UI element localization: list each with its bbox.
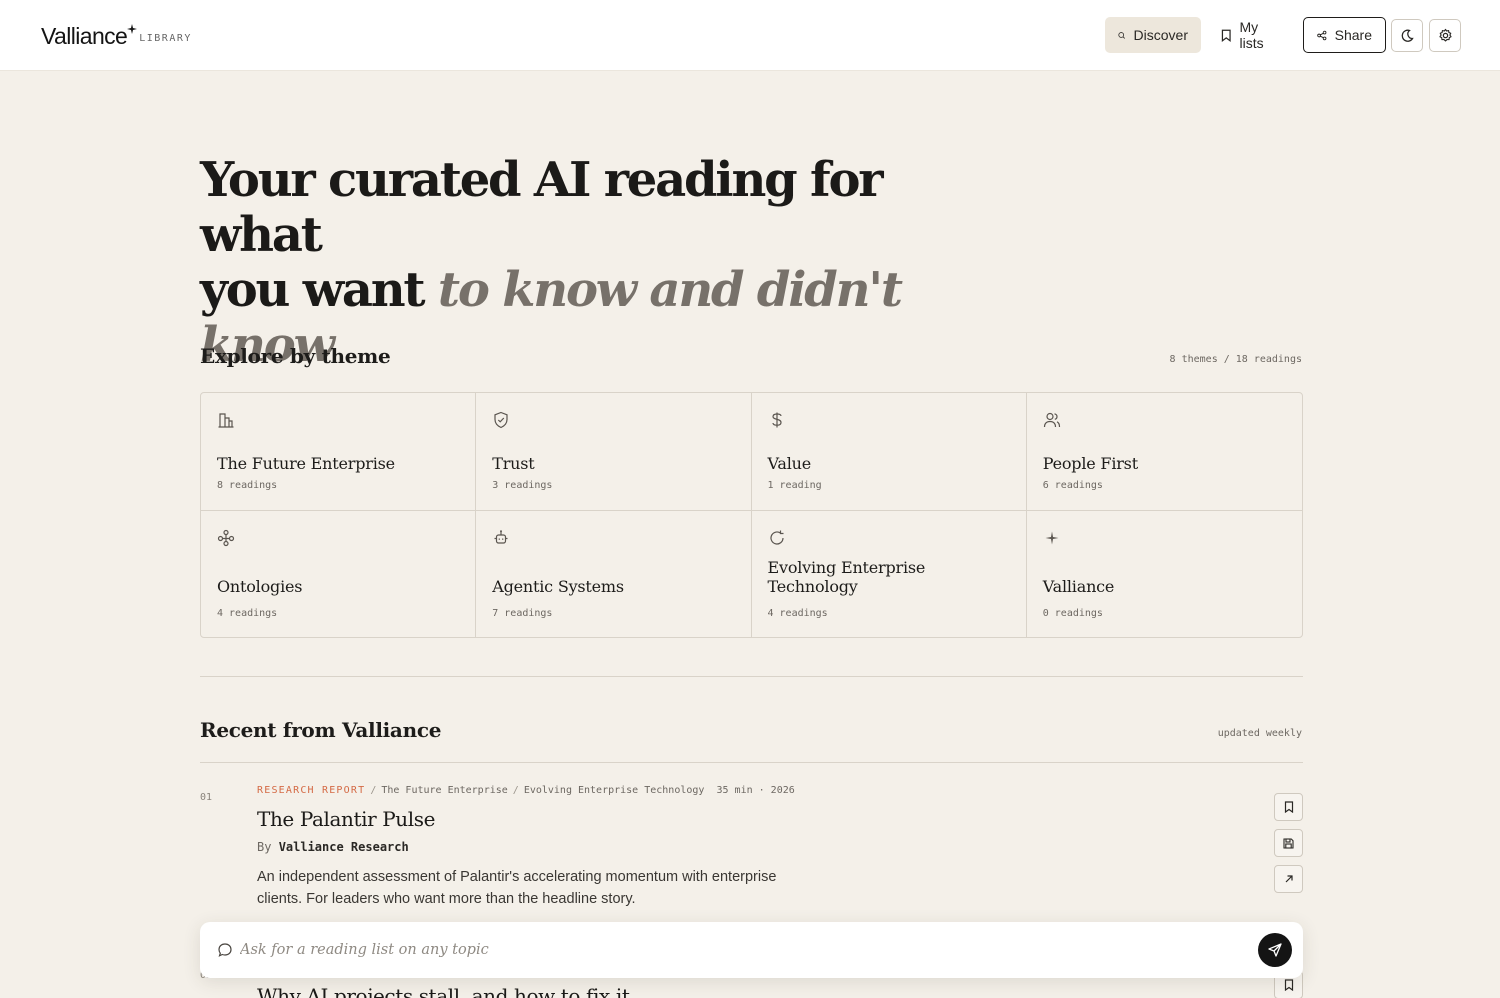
item-description: An independent assessment of Palantir's … bbox=[257, 869, 777, 907]
hero-line-1: Your curated AI reading for what bbox=[200, 152, 884, 263]
send-icon bbox=[1268, 943, 1282, 957]
item-byline: By Valliance Research bbox=[257, 840, 409, 854]
logo-sparkle-icon bbox=[127, 24, 137, 34]
themes-meta: 8 themes / 18 readings bbox=[1169, 354, 1302, 365]
logo-tag: LIBRARY bbox=[139, 33, 192, 44]
theme-count: 4 readings bbox=[217, 608, 278, 619]
item-duration: 35 min · 2026 bbox=[716, 785, 795, 796]
save-icon bbox=[1283, 837, 1294, 849]
ask-input[interactable] bbox=[240, 922, 1220, 978]
item-title[interactable]: The Palantir Pulse bbox=[257, 807, 435, 831]
recent-heading: Recent from Valliance bbox=[200, 718, 442, 742]
building-icon bbox=[218, 413, 234, 428]
theme-card-people-first[interactable]: People First 6 readings bbox=[1026, 393, 1302, 511]
sparkle-icon bbox=[1045, 531, 1059, 545]
logo-wordmark: Valliance bbox=[41, 23, 128, 49]
shield-icon bbox=[494, 411, 508, 429]
theme-count: 7 readings bbox=[492, 608, 553, 619]
gear-icon bbox=[1438, 28, 1452, 42]
theme-toggle-button[interactable] bbox=[1391, 19, 1423, 52]
theme-card-valliance[interactable]: Valliance 0 readings bbox=[1027, 511, 1302, 638]
discover-label: Discover bbox=[1133, 27, 1188, 43]
arrow-up-right-icon bbox=[1285, 875, 1293, 883]
theme-count: 1 reading bbox=[767, 480, 822, 491]
theme-title: Value bbox=[767, 454, 812, 473]
share-button[interactable]: Share bbox=[1303, 17, 1386, 53]
theme-grid: The Future Enterprise 8 readings Trust 3… bbox=[200, 392, 1303, 638]
robot-icon bbox=[494, 530, 508, 544]
theme-count: 3 readings bbox=[492, 480, 553, 491]
dollar-icon bbox=[771, 412, 782, 428]
theme-title: Evolving Enterprise Technology bbox=[767, 558, 926, 596]
bookmark-icon bbox=[1284, 801, 1293, 813]
logo[interactable]: Valliance LIBRARY bbox=[41, 22, 192, 50]
search-icon bbox=[1118, 31, 1126, 39]
bookmark-icon bbox=[1221, 29, 1231, 42]
refresh-icon bbox=[769, 530, 784, 545]
item-tag-future-enterprise[interactable]: The Future Enterprise bbox=[381, 785, 507, 796]
save-button[interactable] bbox=[1274, 829, 1303, 857]
recent-divider bbox=[200, 762, 1303, 763]
bookmark-button[interactable] bbox=[1274, 793, 1303, 821]
network-icon bbox=[217, 529, 235, 547]
send-button[interactable] bbox=[1258, 933, 1292, 967]
ask-bar bbox=[200, 922, 1303, 978]
item-number: 01 bbox=[200, 792, 213, 803]
settings-button[interactable] bbox=[1429, 19, 1461, 52]
open-external-button[interactable] bbox=[1274, 865, 1303, 893]
recent-meta: updated weekly bbox=[1217, 728, 1302, 739]
item-author: Valliance Research bbox=[278, 840, 409, 854]
theme-card-agentic-systems[interactable]: Agentic Systems 7 readings bbox=[476, 511, 752, 638]
theme-count: 4 readings bbox=[767, 608, 828, 619]
theme-count: 8 readings bbox=[217, 480, 278, 491]
themes-heading: Explore by theme bbox=[200, 344, 391, 368]
share-label: Share bbox=[1334, 27, 1372, 43]
item-title[interactable]: Why AI projects stall, and how to fix it bbox=[257, 984, 630, 998]
theme-card-future-enterprise[interactable]: The Future Enterprise 8 readings bbox=[201, 393, 477, 511]
item-type: RESEARCH REPORT bbox=[257, 785, 366, 796]
hero-heading: Your curated AI reading for what you wan… bbox=[200, 153, 960, 373]
chat-bubble-icon bbox=[218, 943, 232, 957]
theme-title: The Future Enterprise bbox=[217, 454, 395, 473]
byline-prefix: By bbox=[257, 840, 272, 854]
theme-title: Valliance bbox=[1042, 577, 1115, 596]
share-icon bbox=[1317, 30, 1327, 40]
top-bar: Valliance LIBRARY Discover My lists Shar… bbox=[0, 0, 1500, 71]
theme-title: People First bbox=[1042, 454, 1138, 473]
people-icon bbox=[1043, 412, 1060, 428]
theme-title: Ontologies bbox=[217, 577, 303, 596]
theme-count: 6 readings bbox=[1042, 480, 1103, 491]
item-tag-evolving-enterprise-technology[interactable]: Evolving Enterprise Technology bbox=[524, 785, 705, 796]
section-divider bbox=[200, 676, 1303, 677]
hero-line-2: you want bbox=[200, 262, 438, 318]
moon-icon bbox=[1401, 29, 1414, 42]
theme-title: Agentic Systems bbox=[492, 577, 624, 596]
theme-card-evolving-enterprise-technology[interactable]: Evolving Enterprise Technology 4 reading… bbox=[752, 511, 1027, 638]
theme-card-trust[interactable]: Trust 3 readings bbox=[476, 393, 752, 511]
my-lists-button[interactable]: My lists bbox=[1208, 17, 1297, 53]
theme-card-ontologies[interactable]: Ontologies 4 readings bbox=[201, 511, 477, 638]
theme-title: Trust bbox=[492, 454, 535, 473]
theme-card-value[interactable]: Value 1 reading bbox=[751, 393, 1027, 511]
theme-count: 0 readings bbox=[1042, 608, 1103, 619]
my-lists-label: My lists bbox=[1239, 19, 1264, 51]
bookmark-icon bbox=[1284, 979, 1293, 991]
item-meta: RESEARCH REPORT / The Future Enterprise / Ev… bbox=[257, 785, 795, 796]
discover-button[interactable]: Discover bbox=[1105, 17, 1201, 53]
